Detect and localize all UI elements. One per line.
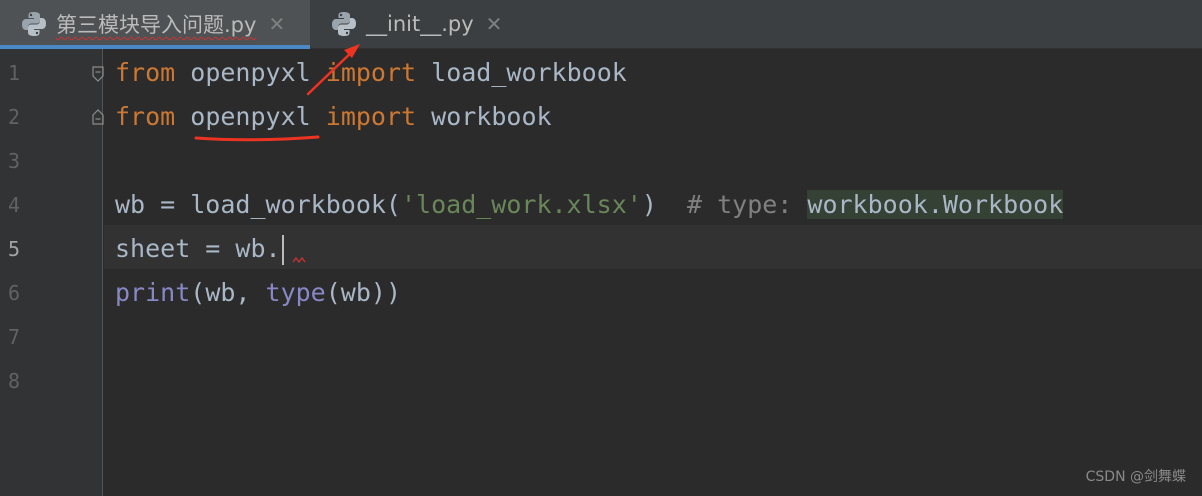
error-squiggle xyxy=(292,256,306,264)
keyword: from xyxy=(115,102,176,131)
text-caret xyxy=(281,235,284,265)
tab-label: __init__.py xyxy=(366,12,474,36)
fold-start-icon[interactable] xyxy=(92,66,104,82)
module-name: openpyxl xyxy=(190,58,311,87)
imported-name: load_workbook xyxy=(431,58,627,87)
comment: # type: xyxy=(686,190,808,219)
code-line-6[interactable]: print(wb, type(wb)) xyxy=(115,271,401,315)
tab-module3-import[interactable]: 第三模块导入问题.py ✕ xyxy=(0,0,310,49)
fold-end-icon[interactable] xyxy=(92,109,104,125)
keyword: import xyxy=(325,102,417,131)
code-editor[interactable]: from openpyxl import load_workbook from … xyxy=(104,49,1202,496)
type-hint-highlight: workbook.Workbook xyxy=(807,190,1064,219)
python-file-icon xyxy=(332,12,356,36)
code-text: wb = load_workbook( xyxy=(115,190,401,219)
imported-name: workbook xyxy=(431,102,552,131)
close-icon[interactable]: ✕ xyxy=(486,14,503,34)
annotation-arrow xyxy=(306,44,360,96)
code-line-4[interactable]: wb = load_workbook('load_work.xlsx') # t… xyxy=(115,183,1064,227)
code-text: (wb)) xyxy=(325,278,402,307)
code-line-1[interactable]: from openpyxl import load_workbook xyxy=(115,51,627,95)
keyword: from xyxy=(115,58,176,87)
close-icon[interactable]: ✕ xyxy=(268,14,285,34)
line-number: 5 xyxy=(8,237,21,261)
line-number: 8 xyxy=(8,369,21,393)
line-number: 3 xyxy=(8,149,21,173)
python-file-icon xyxy=(22,12,46,36)
watermark: CSDN @剑舞蝶 xyxy=(1085,469,1186,485)
builtin-function: print xyxy=(115,278,191,307)
annotation-underline xyxy=(194,135,320,142)
line-number: 7 xyxy=(8,325,21,349)
line-number: 1 xyxy=(8,61,21,85)
line-number: 2 xyxy=(8,105,21,129)
line-number: 4 xyxy=(8,193,21,217)
tab-label: 第三模块导入问题.py xyxy=(56,13,257,37)
line-number: 6 xyxy=(8,281,21,305)
code-text: (wb, xyxy=(190,278,266,307)
module-name: openpyxl xyxy=(190,102,311,131)
string-literal: 'load_work.xlsx' xyxy=(400,190,642,219)
line-number-gutter[interactable]: 1 2 3 4 5 6 7 8 xyxy=(0,49,104,496)
code-line-5[interactable]: sheet = wb. xyxy=(115,227,284,271)
code-text: ) xyxy=(641,190,657,219)
editor-tab-bar: 第三模块导入问题.py ✕ __init__.py ✕ xyxy=(0,0,1202,49)
code-line-2[interactable]: from openpyxl import workbook xyxy=(115,95,552,139)
code-text: sheet = wb. xyxy=(115,234,281,263)
builtin-function: type xyxy=(265,278,326,307)
